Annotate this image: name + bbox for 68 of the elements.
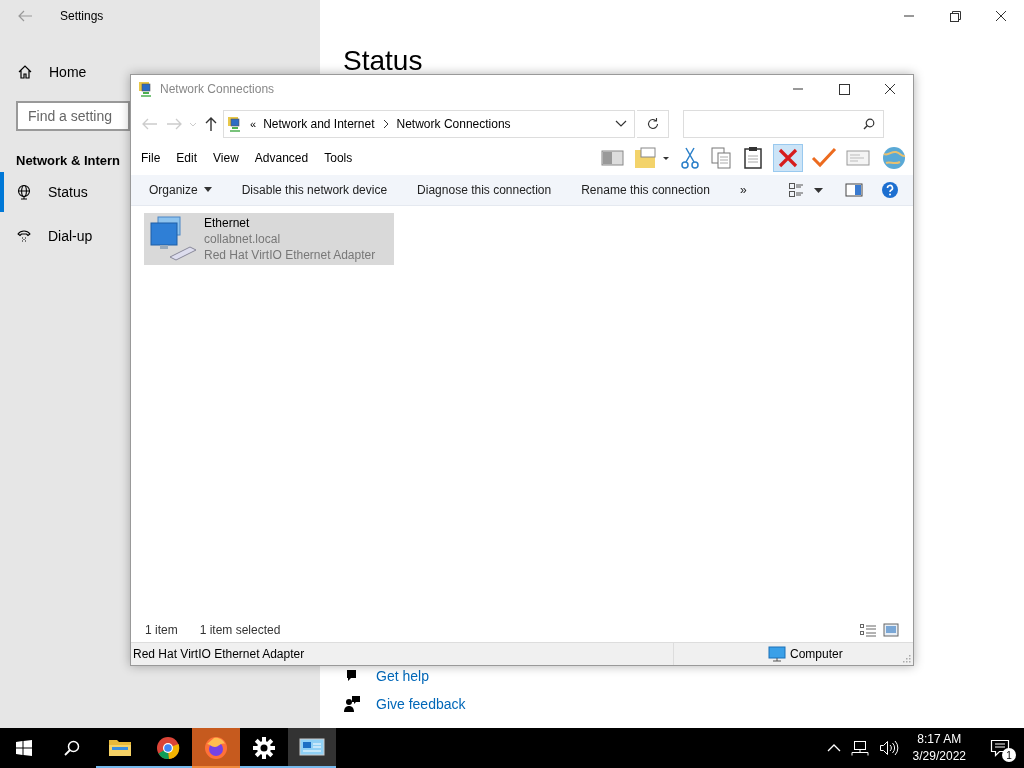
section-heading: Network & Intern [16, 153, 120, 168]
monitor-icon [768, 646, 786, 662]
link[interactable]: Give feedback [376, 696, 466, 712]
chevron-up-icon[interactable] [826, 743, 841, 753]
menu-item[interactable]: Advanced [254, 151, 317, 165]
notification-button[interactable]: 1 [986, 734, 1014, 762]
refresh-button[interactable] [637, 110, 669, 138]
back-icon[interactable] [17, 10, 33, 22]
scissors-icon[interactable] [679, 146, 701, 170]
nav-item[interactable]: Dial-up [0, 216, 112, 256]
dropdown-icon[interactable] [614, 119, 628, 129]
computer-icon [148, 215, 198, 263]
search-icon [63, 739, 81, 757]
taskbar-app[interactable] [288, 728, 336, 768]
details-view-icon[interactable] [859, 623, 877, 637]
browser-icon [204, 736, 228, 760]
home-link[interactable]: Home [17, 57, 137, 87]
delete-button[interactable] [773, 144, 803, 172]
speaker-icon[interactable] [878, 740, 899, 756]
phone-icon [16, 228, 32, 244]
notification-badge: 1 [1002, 748, 1016, 762]
connection-name: Ethernet [204, 215, 251, 231]
link[interactable]: Get help [376, 668, 429, 684]
nav-item[interactable]: Status [0, 172, 112, 212]
menu-item[interactable]: Tools [324, 151, 361, 165]
command-button[interactable]: Rename this connection [571, 183, 720, 197]
gear-icon [253, 737, 275, 759]
connection-domain: collabnet.local [204, 231, 282, 247]
globe-icon [16, 184, 32, 200]
feedback-icon [344, 696, 360, 712]
page-heading: Status [343, 46, 423, 76]
clock[interactable]: 8:17 AM 3/29/2022 [908, 731, 976, 765]
preview-pane-icon[interactable] [845, 182, 863, 198]
network-icon [138, 81, 154, 97]
browser-icon [156, 736, 180, 760]
menu-item[interactable]: Edit [176, 151, 206, 165]
command-button[interactable]: Diagnose this connection [407, 183, 562, 197]
network-icon [227, 116, 243, 132]
network-icon[interactable] [850, 740, 869, 756]
resize-grip-icon[interactable] [903, 655, 911, 663]
menu-item[interactable]: View [213, 151, 247, 165]
search-icon [863, 118, 875, 130]
folder-icon[interactable] [633, 146, 671, 170]
home-icon [17, 64, 33, 80]
windows-icon [16, 740, 32, 756]
search-field[interactable]: Find a setting [16, 101, 130, 131]
checkmark-icon[interactable] [811, 146, 837, 170]
folder-icon [108, 738, 132, 758]
selection-count: 1 item selected [199, 623, 281, 637]
window-icon [299, 737, 325, 759]
clipboard-icon[interactable] [741, 146, 765, 170]
command-button[interactable]: Disable this network device [231, 183, 398, 197]
address-bar[interactable]: « Network and Internet Network Connections [223, 110, 635, 138]
chevron-icon [381, 119, 390, 129]
large-icons-view-icon[interactable] [883, 623, 899, 637]
window-title: Network Connections [160, 82, 275, 96]
location-text: Computer [790, 647, 843, 661]
command-button[interactable]: Organize [139, 183, 222, 197]
refresh-icon [645, 117, 660, 131]
window-title: Settings [60, 9, 104, 23]
adapter-name: Red Hat VirtIO Ethernet Adapter [204, 247, 376, 263]
help-icon[interactable] [881, 181, 899, 199]
item-count: 1 item [145, 623, 178, 637]
description-text: Red Hat VirtIO Ethernet Adapter [133, 647, 306, 661]
more-button[interactable]: » [729, 183, 757, 197]
menu-item[interactable]: File [141, 151, 169, 165]
connection-item[interactable]: Ethernet collabnet.local Red Hat VirtIO Ethernet Adapter [144, 213, 394, 265]
pane-icon[interactable] [601, 148, 625, 168]
